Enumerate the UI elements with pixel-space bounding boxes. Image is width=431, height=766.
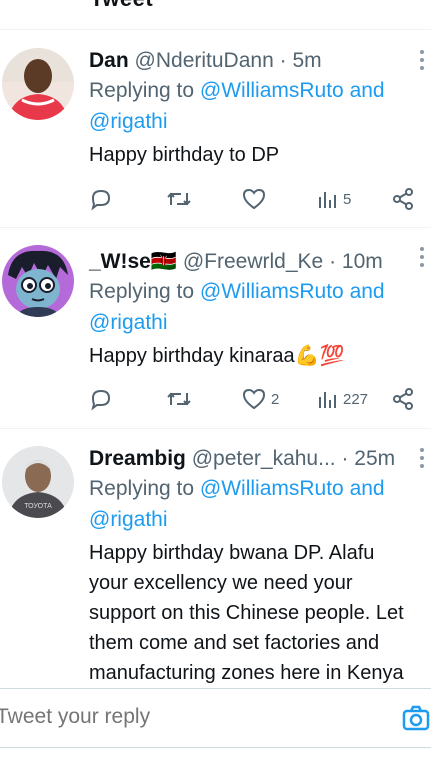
- replying-to: Replying to @WilliamsRuto and @rigathi: [89, 473, 419, 535]
- user-handle[interactable]: @NderituDann: [135, 49, 274, 72]
- reply-button[interactable]: [89, 187, 113, 211]
- avatar-shirt-text: ТОУОТА: [24, 503, 52, 510]
- previous-tweet-strip: Tweet: [0, 0, 431, 30]
- mention-link[interactable]: @rigathi: [89, 110, 168, 133]
- tweet-actions: 2 227: [89, 387, 421, 411]
- share-button[interactable]: [391, 387, 415, 411]
- separator: ·: [279, 49, 287, 72]
- avatar[interactable]: [2, 48, 74, 120]
- tweet-text-line: manufacturing zones here in Kenya: [89, 662, 404, 684]
- timestamp[interactable]: 10m: [342, 250, 383, 273]
- tweet-text: Happy birthday to DP: [89, 144, 280, 166]
- replying-to: Replying to @WilliamsRuto and @rigathi: [89, 75, 419, 137]
- reply-composer: [0, 688, 431, 748]
- reply-input[interactable]: [0, 705, 376, 729]
- display-name[interactable]: _W!se🇰🇪: [89, 250, 177, 273]
- tweet-text-line: your excellency we need your: [89, 572, 353, 594]
- camera-button[interactable]: [401, 703, 431, 738]
- tweet-actions: 5: [89, 187, 421, 211]
- timestamp[interactable]: 5m: [292, 49, 321, 72]
- tweet-text-line: them come and set factories and: [89, 632, 380, 654]
- timestamp[interactable]: 25m: [354, 447, 395, 470]
- mention-link[interactable]: @rigathi: [89, 311, 168, 334]
- tweet-text: Happy birthday kinaraa💪💯: [89, 345, 345, 367]
- retweet-button[interactable]: [165, 187, 193, 211]
- reply-icon: [91, 389, 111, 411]
- retweet-icon: [167, 192, 191, 206]
- reply-icon: [91, 189, 111, 211]
- like-count: 2: [271, 390, 280, 408]
- mention-link[interactable]: @WilliamsRuto and: [200, 477, 385, 500]
- mention-link[interactable]: @WilliamsRuto and: [200, 280, 385, 303]
- tweet-header: Dan @NderituDann · 5m: [89, 48, 322, 74]
- replying-prefix: Replying to: [89, 477, 195, 500]
- mention-link[interactable]: @WilliamsRuto and: [200, 79, 385, 102]
- avatar[interactable]: ТОУОТА: [2, 446, 74, 518]
- share-icon: [393, 388, 413, 410]
- tweet-text-line: Happy birthday bwana DP. Alafu: [89, 542, 375, 564]
- previous-tweet-cut-text: Tweet: [90, 0, 153, 12]
- like-icon: [242, 388, 266, 410]
- views-button[interactable]: 5: [317, 187, 351, 211]
- share-button[interactable]: [391, 187, 415, 211]
- user-handle[interactable]: @peter_kahu...: [192, 447, 336, 470]
- tweet-item[interactable]: _W!se🇰🇪 @Freewrld_Ke · 10m Replying to @…: [0, 229, 431, 429]
- more-icon[interactable]: [419, 50, 425, 70]
- views-button[interactable]: 227: [317, 387, 368, 411]
- tweet-text: Happy birthday bwana DP. Alafu your exce…: [89, 538, 429, 688]
- separator: ·: [341, 447, 349, 470]
- separator: ·: [329, 250, 337, 273]
- camera-icon: [402, 705, 430, 731]
- bottom-safe-area: [0, 748, 431, 766]
- views-icon: [319, 192, 336, 208]
- view-count: 227: [343, 390, 369, 408]
- like-button[interactable]: 2: [241, 387, 279, 411]
- reply-button[interactable]: [89, 387, 113, 411]
- display-name[interactable]: Dreambig: [89, 447, 186, 470]
- tweet-item[interactable]: Dan @NderituDann · 5m Replying to @Willi…: [0, 32, 431, 228]
- tweet-header: Dreambig @peter_kahu... · 25m: [89, 446, 395, 472]
- share-icon: [393, 188, 413, 210]
- views-icon: [319, 392, 336, 408]
- user-handle[interactable]: @Freewrld_Ke: [183, 250, 323, 273]
- mention-link[interactable]: @rigathi: [89, 508, 168, 531]
- more-icon[interactable]: [419, 247, 425, 267]
- tweet-item[interactable]: ТОУОТА Dreambig @peter_kahu... · 25m Rep…: [0, 430, 431, 688]
- replying-prefix: Replying to: [89, 280, 195, 303]
- tweet-header: _W!se🇰🇪 @Freewrld_Ke · 10m: [89, 249, 383, 275]
- retweet-icon: [167, 392, 191, 406]
- display-name[interactable]: Dan: [89, 49, 129, 72]
- like-icon: [242, 188, 266, 210]
- replying-to: Replying to @WilliamsRuto and @rigathi: [89, 276, 419, 338]
- more-icon[interactable]: [419, 448, 425, 468]
- like-button[interactable]: [241, 187, 271, 211]
- tweet-text-line: support on this Chinese people. Let: [89, 602, 404, 624]
- replying-prefix: Replying to: [89, 79, 195, 102]
- avatar[interactable]: [2, 245, 74, 317]
- retweet-button[interactable]: [165, 387, 193, 411]
- view-count: 5: [343, 190, 352, 208]
